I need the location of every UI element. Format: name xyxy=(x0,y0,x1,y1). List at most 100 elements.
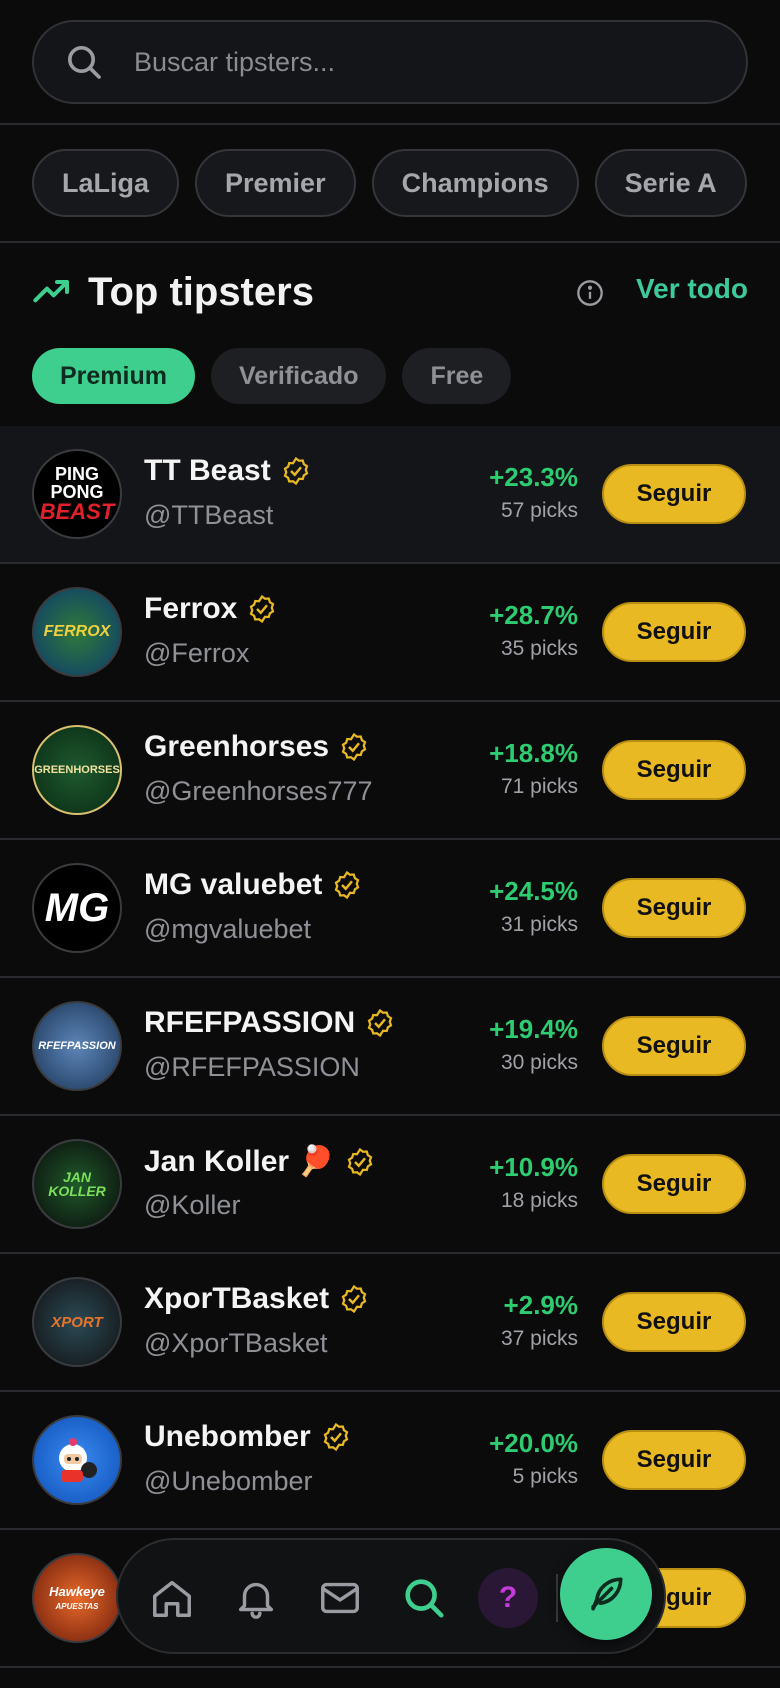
mail-icon xyxy=(321,1582,359,1614)
nav-messages[interactable] xyxy=(312,1570,368,1626)
tipster-handle: @Koller xyxy=(144,1190,241,1220)
avatar xyxy=(32,1415,122,1505)
section-title: Top tipsters xyxy=(88,269,314,314)
avatar-logo-text: Hawkeye APUESTAS xyxy=(49,1584,105,1611)
tipster-row[interactable]: RFEFPASSION RFEFPASSION @RFEFPASSION +19… xyxy=(0,978,780,1116)
follow-button[interactable]: Seguir xyxy=(602,878,746,938)
verified-badge-icon xyxy=(250,594,275,624)
tipster-handle: @mgvaluebet xyxy=(144,914,311,944)
tipster-stats: +20.0% 5 picks xyxy=(489,1428,578,1489)
tipster-name: Greenhorses xyxy=(144,730,330,763)
chip-serie-a[interactable]: Serie A xyxy=(594,149,747,217)
see-all-link[interactable]: Ver todo xyxy=(636,273,748,305)
chip-champions[interactable]: Champions xyxy=(371,149,579,217)
tipster-handle: @RFEFPASSION xyxy=(144,1052,360,1082)
tipster-row[interactable]: MG MG valuebet @mgvaluebet +24.5% 31 pic… xyxy=(0,840,780,978)
roi-value: +18.8% xyxy=(489,738,578,768)
tipster-stats: +28.7% 35 picks xyxy=(489,600,578,661)
tier-filters: Premium Verificado Free xyxy=(0,341,780,411)
follow-button[interactable]: Seguir xyxy=(602,1154,746,1214)
roi-value: +20.0% xyxy=(489,1428,578,1458)
tipster-handle: @Ferrox xyxy=(144,638,250,668)
chip-laliga[interactable]: LaLiga xyxy=(32,149,180,217)
tipster-name: Ferrox xyxy=(144,592,238,625)
tipster-stats: +2.9% 37 picks xyxy=(501,1290,578,1351)
roi-value: +28.7% xyxy=(489,600,578,630)
follow-button[interactable]: Seguir xyxy=(602,602,746,662)
picks-count: 37 picks xyxy=(500,1327,578,1350)
picks-count: 71 picks xyxy=(500,775,578,798)
avatar-logo-text: JAN KOLLER xyxy=(48,1169,106,1199)
follow-button[interactable]: Seguir xyxy=(602,1292,746,1352)
help-button[interactable]: ? xyxy=(478,1568,538,1628)
info-icon[interactable] xyxy=(576,279,604,307)
tipster-stats: +19.4% 30 picks xyxy=(489,1014,578,1075)
tipster-handle: @TTBeast xyxy=(144,500,274,530)
tipster-row[interactable]: FERROX Ferrox @Ferrox +28.7% 35 picks Se… xyxy=(0,564,780,702)
chip-premier[interactable]: Premier xyxy=(195,149,356,217)
nav-search[interactable] xyxy=(396,1570,452,1626)
avatar: GREENHORSES xyxy=(32,725,122,815)
avatar: RFEFPASSION xyxy=(32,1001,122,1091)
tipster-name: RFEFPASSION xyxy=(144,1006,356,1039)
verified-badge-icon xyxy=(335,870,360,900)
follow-button[interactable]: Seguir xyxy=(602,740,746,800)
picks-count: 57 picks xyxy=(500,499,578,522)
compose-button[interactable] xyxy=(560,1548,652,1640)
tipster-name: XporTBasket xyxy=(144,1282,330,1315)
search-section xyxy=(0,0,780,125)
home-icon xyxy=(153,1580,191,1617)
verified-badge-icon xyxy=(323,1422,349,1452)
nav-home[interactable] xyxy=(144,1570,200,1626)
picks-count: 31 picks xyxy=(500,913,578,936)
tipster-stats: +18.8% 71 picks xyxy=(489,738,578,799)
tipster-stats: +10.9% 18 picks xyxy=(489,1152,578,1213)
avatar-logo-text: XPORT xyxy=(51,1313,103,1331)
league-chips: LaLiga Premier Champions Serie A xyxy=(0,125,780,243)
avatar: XPORT xyxy=(32,1277,122,1367)
tipster-name: MG valuebet xyxy=(144,868,323,901)
tipster-row[interactable]: PING PONG BEAST TT Beast @TTBeast +23.3% 5… xyxy=(0,426,780,564)
avatar-logo-text: MG xyxy=(44,886,110,930)
avatar: PING PONG BEAST xyxy=(32,449,122,539)
trending-up-icon xyxy=(33,280,69,303)
avatar: FERROX xyxy=(32,587,122,677)
section-header: Top tipsters Ver todo xyxy=(0,243,780,341)
follow-button[interactable]: Seguir xyxy=(602,1016,746,1076)
search-input[interactable] xyxy=(134,46,716,78)
roi-value: +19.4% xyxy=(489,1014,578,1044)
tipster-stats: +23.3% 57 picks xyxy=(489,462,578,523)
search-icon xyxy=(405,1579,444,1618)
tipster-name: TT Beast xyxy=(144,454,271,487)
verified-badge-icon xyxy=(367,1008,393,1038)
tipster-name: Jan Koller 🏓 xyxy=(144,1145,335,1178)
roi-value: +2.9% xyxy=(503,1290,578,1320)
tipster-list: PING PONG BEAST TT Beast @TTBeast +23.3% 5… xyxy=(0,426,780,1668)
roi-value: +24.5% xyxy=(489,876,578,906)
nav-notifications[interactable] xyxy=(228,1570,284,1626)
avatar: Hawkeye APUESTAS xyxy=(32,1553,122,1643)
search-bar[interactable] xyxy=(32,20,748,104)
follow-button[interactable]: Seguir xyxy=(602,464,746,524)
picks-count: 30 picks xyxy=(500,1051,578,1074)
tipster-row[interactable]: Unebomber @Unebomber +20.0% 5 picks Segu… xyxy=(0,1392,780,1530)
feather-icon xyxy=(591,1577,623,1611)
bomber-character-icon xyxy=(59,1438,97,1482)
verified-badge-icon xyxy=(347,1147,373,1176)
avatar: MG xyxy=(32,863,122,953)
tipster-name: Unebomber xyxy=(144,1420,311,1453)
filter-verificado[interactable]: Verificado xyxy=(210,348,387,404)
tipster-row[interactable]: XPORT XporTBasket @XporTBasket +2.9% 37 … xyxy=(0,1254,780,1392)
filter-premium[interactable]: Premium xyxy=(32,348,195,404)
avatar-logo-text: PING PONG BEAST xyxy=(39,464,115,524)
tipster-row[interactable]: GREENHORSES Greenhorses @Greenhorses777 … xyxy=(0,702,780,840)
avatar-logo-text: GREENHORSES xyxy=(34,763,120,776)
avatar-logo-text: FERROX xyxy=(43,623,111,640)
picks-count: 35 picks xyxy=(500,637,578,660)
filter-free[interactable]: Free xyxy=(402,348,512,404)
tipster-row[interactable]: JAN KOLLER Jan Koller 🏓 @Koller +10.9% 18… xyxy=(0,1116,780,1254)
avatar: JAN KOLLER xyxy=(32,1139,122,1229)
verified-badge-icon xyxy=(283,456,309,486)
roi-value: +10.9% xyxy=(489,1152,578,1182)
follow-button[interactable]: Seguir xyxy=(602,1430,746,1490)
